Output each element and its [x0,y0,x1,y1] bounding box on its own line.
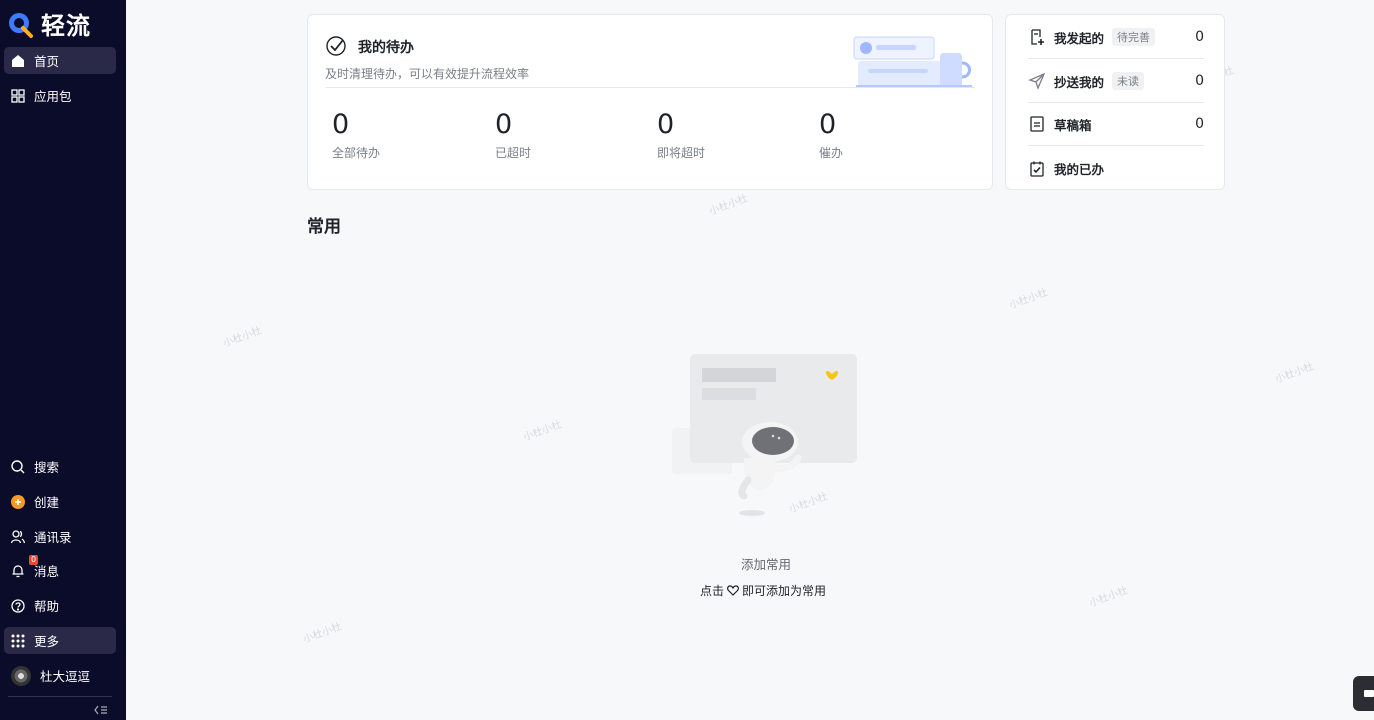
sidebar-item-label: 搜索 [34,460,60,475]
row-my-done[interactable]: 我的已办 [1028,147,1204,190]
row-tag: 未读 [1112,72,1145,90]
search-icon [11,459,25,473]
check-circle-icon [326,36,346,56]
row-cc-to-me[interactable]: 抄送我的 未读 0 [1028,60,1204,103]
sidebar: 轻流 首页 应用包 搜索 创建 通讯录 0 消息 帮助 更多 杜大逗逗 [0,0,126,720]
sidebar-item-search[interactable]: 搜索 [4,453,116,480]
stat-value: 0 [495,109,513,140]
hint-text-before: 点击 [700,584,725,598]
row-count: 0 [1195,29,1204,45]
stat-all-todo[interactable]: 0 全部待办 [332,109,380,161]
stat-overdue[interactable]: 0 已超时 [495,109,531,161]
row-drafts[interactable]: 草稿箱 0 [1028,103,1204,146]
watermark: 小杜小杜 [522,419,564,444]
watermark: 小杜小杜 [708,193,750,218]
sidebar-item-profile[interactable]: 杜大逗逗 [4,662,116,689]
avatar [11,665,31,686]
home-icon [12,54,24,67]
collapse-icon[interactable] [94,705,108,715]
row-count: 0 [1195,73,1204,89]
todo-illustration [853,36,972,88]
plus-circle-icon [11,494,25,509]
draft-icon [1030,116,1044,132]
doc-plus-icon [1031,29,1044,45]
row-label: 我的已办 [1054,162,1105,177]
watermark: 小杜小杜 [302,621,344,646]
app-name: 轻流 [41,12,91,40]
row-label: 抄送我的 [1054,74,1105,90]
divider [325,87,975,88]
todo-card: 我的待办 及时清理待办，可以有效提升流程效率 0 全部待办 0 已超时 0 即将… [307,14,993,190]
stat-value: 0 [657,109,675,140]
sidebar-item-app-packages[interactable]: 应用包 [4,82,116,109]
row-initiated-by-me[interactable]: 我发起的 待完善 0 [1028,16,1204,59]
apps-icon [11,634,25,647]
watermark: 小杜小杜 [1088,585,1130,610]
row-count: 0 [1195,116,1204,132]
sidebar-item-contacts[interactable]: 通讯录 [4,523,116,550]
sidebar-item-label: 帮助 [34,599,60,614]
row-label: 我发起的 [1054,30,1105,46]
watermark: 小杜小杜 [222,325,264,350]
stat-due-soon[interactable]: 0 即将超时 [657,109,705,161]
logo-icon [9,12,33,38]
todo-subtitle: 及时清理待办，可以有效提升流程效率 [325,67,530,81]
empty-state-title: 添加常用 [740,557,791,572]
user-name: 杜大逗逗 [40,669,91,684]
feedback-button[interactable] [1353,676,1374,711]
app-logo[interactable]: 轻流 [7,6,91,41]
sidebar-item-help[interactable]: 帮助 [4,592,116,619]
stat-urged[interactable]: 0 催办 [819,109,843,161]
sidebar-item-label: 首页 [34,54,60,69]
hint-text-after: 即可添加为常用 [742,584,827,598]
empty-state-illustration [672,354,857,516]
sidebar-item-label: 通讯录 [34,530,72,545]
contacts-icon [11,529,25,543]
heart-icon [727,585,739,596]
watermark: 小杜小杜 [1274,361,1316,386]
sidebar-item-create[interactable]: 创建 [4,488,116,515]
calendar-check-icon [1030,161,1044,177]
process-shortcuts-card: 我发起的 待完善 0 抄送我的 未读 0 草稿箱 0 我的已办 [1005,14,1225,190]
sidebar-item-label: 应用包 [34,89,72,104]
sidebar-item-label: 更多 [34,634,60,649]
stat-label: 已超时 [495,146,532,160]
row-label: 草稿箱 [1054,117,1092,133]
sidebar-divider [8,696,112,697]
todo-title: 我的待办 [358,40,414,56]
stat-label: 即将超时 [657,146,706,160]
empty-state-hint: 点击 即可添加为常用 [700,582,826,599]
stat-value: 0 [819,109,837,140]
section-title-common: 常用 [307,217,341,237]
sidebar-item-more[interactable]: 更多 [4,627,116,654]
stat-value: 0 [332,109,350,140]
watermark: 小杜小杜 [1008,287,1050,312]
sidebar-item-label: 创建 [34,495,60,510]
sidebar-item-home[interactable]: 首页 [4,47,116,74]
stat-label: 催办 [819,146,844,160]
grid-icon [11,88,25,103]
stat-label: 全部待办 [332,146,381,160]
help-icon [11,598,25,613]
row-tag: 待完善 [1112,28,1156,46]
send-icon [1028,72,1046,90]
